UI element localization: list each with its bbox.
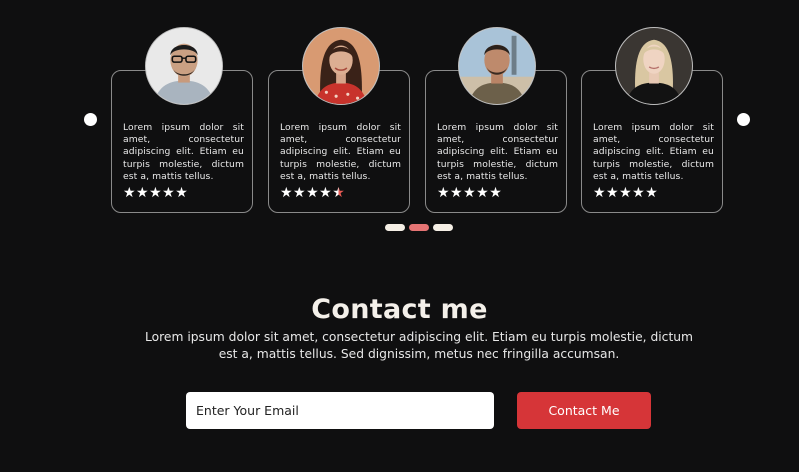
rating-stars: ★★★★★ [437, 185, 503, 201]
rating-stars: ★★★★★ [123, 185, 189, 201]
pagination-dot-active[interactable] [409, 224, 429, 231]
page: Lorem ipsum dolor sit amet, consectetur … [0, 0, 799, 472]
testimonial-text: Lorem ipsum dolor sit amet, consectetur … [280, 122, 401, 182]
blonde-woman-avatar-icon [615, 27, 693, 105]
woman-avatar-icon [302, 27, 380, 105]
slider-prev-dot[interactable] [84, 113, 97, 126]
rating-stars: ★★★★★ [593, 185, 659, 201]
pagination-dot[interactable] [385, 224, 405, 231]
slider-pagination [385, 224, 453, 231]
man-beach-avatar-icon [458, 27, 536, 105]
testimonial-text: Lorem ipsum dolor sit amet, consectetur … [593, 122, 714, 182]
email-field[interactable] [186, 392, 494, 429]
testimonial-text: Lorem ipsum dolor sit amet, consectetur … [437, 122, 558, 182]
rating-stars: ★★★★★ [280, 185, 345, 201]
contact-title: Contact me [311, 294, 488, 325]
half-star-icon: ★ [332, 185, 346, 201]
full-stars: ★★★★ [280, 185, 333, 201]
testimonial-text: Lorem ipsum dolor sit amet, consectetur … [123, 122, 244, 182]
contact-description: Lorem ipsum dolor sit amet, consectetur … [144, 330, 694, 361]
slider-next-dot[interactable] [737, 113, 750, 126]
person-glasses-avatar-icon [145, 27, 223, 105]
pagination-dot[interactable] [433, 224, 453, 231]
contact-me-button[interactable]: Contact Me [517, 392, 651, 429]
